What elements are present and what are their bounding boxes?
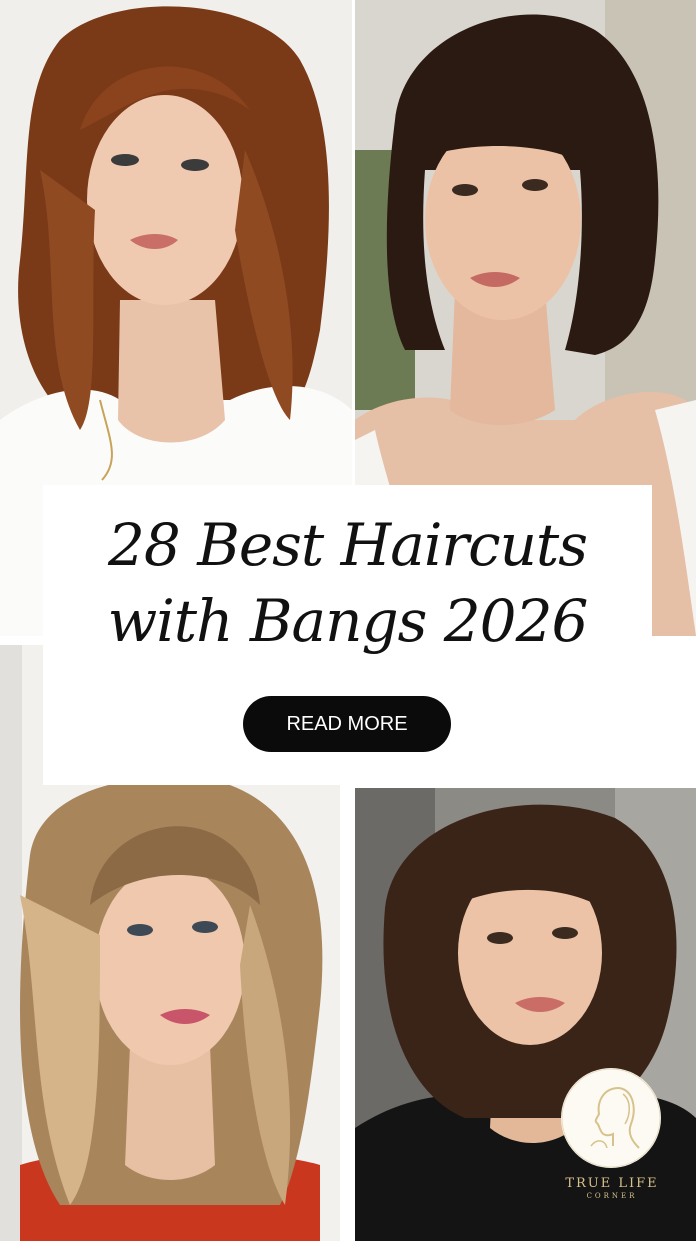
page-title: 28 Best Haircuts with Bangs 2026	[43, 507, 652, 659]
read-more-button[interactable]: READ MORE	[243, 696, 451, 752]
title-line-1: 28 Best Haircuts	[107, 511, 588, 579]
brand-logo: TRUE LIFE CORNER	[556, 1068, 668, 1208]
brand-name: TRUE LIFE	[565, 1176, 659, 1191]
title-card: 28 Best Haircuts with Bangs 2026 READ MO…	[43, 485, 652, 785]
title-line-2: with Bangs 2026	[107, 587, 589, 655]
brand-subtitle: CORNER	[586, 1192, 638, 1200]
woman-profile-icon	[561, 1068, 661, 1168]
